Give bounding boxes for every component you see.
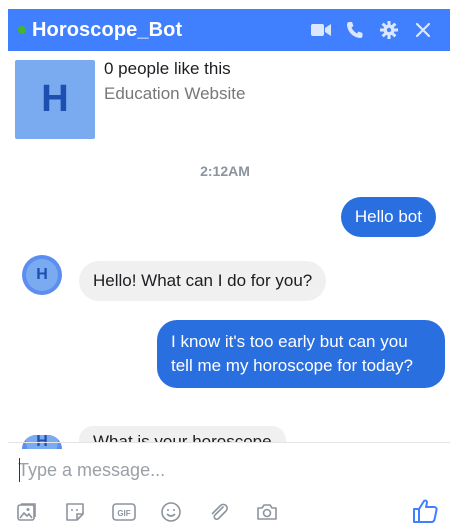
composer-divider xyxy=(8,442,450,443)
gear-icon[interactable] xyxy=(372,9,406,51)
thumbs-up-icon[interactable] xyxy=(410,496,440,526)
text-cursor xyxy=(19,458,20,482)
chat-header: Horoscope_Bot xyxy=(8,9,450,51)
phone-icon[interactable] xyxy=(338,9,372,51)
close-icon[interactable] xyxy=(406,9,440,51)
header-actions xyxy=(304,9,440,51)
page-likes-count: 0 people like this xyxy=(104,59,231,78)
incoming-message[interactable]: Hello! What can I do for you? xyxy=(79,261,327,301)
bot-avatar-letter: H xyxy=(36,266,48,283)
incoming-message-partial[interactable]: What is your horoscope xyxy=(79,426,286,442)
video-camera-icon[interactable] xyxy=(304,9,338,51)
message-timestamp: 2:12AM xyxy=(200,163,250,179)
page-category: Education Website xyxy=(104,84,246,103)
sticker-icon[interactable] xyxy=(63,497,111,527)
message-input[interactable] xyxy=(18,455,418,485)
attachment-icon[interactable] xyxy=(207,497,255,527)
online-status-dot xyxy=(18,26,26,34)
composer-toolbar: GIF xyxy=(15,497,303,527)
outgoing-message[interactable]: Hello bot xyxy=(340,197,436,237)
gif-icon[interactable]: GIF xyxy=(111,497,159,527)
emoji-icon[interactable] xyxy=(159,497,207,527)
svg-text:GIF: GIF xyxy=(117,509,130,518)
outgoing-message[interactable]: I know it's too early but can you tell m… xyxy=(157,320,445,388)
page-avatar[interactable]: H xyxy=(15,60,95,139)
page-avatar-letter: H xyxy=(41,78,69,120)
camera-icon[interactable] xyxy=(255,497,303,527)
image-icon[interactable] xyxy=(15,497,63,527)
chat-title[interactable]: Horoscope_Bot xyxy=(32,19,182,42)
bot-avatar[interactable]: H xyxy=(22,255,62,295)
